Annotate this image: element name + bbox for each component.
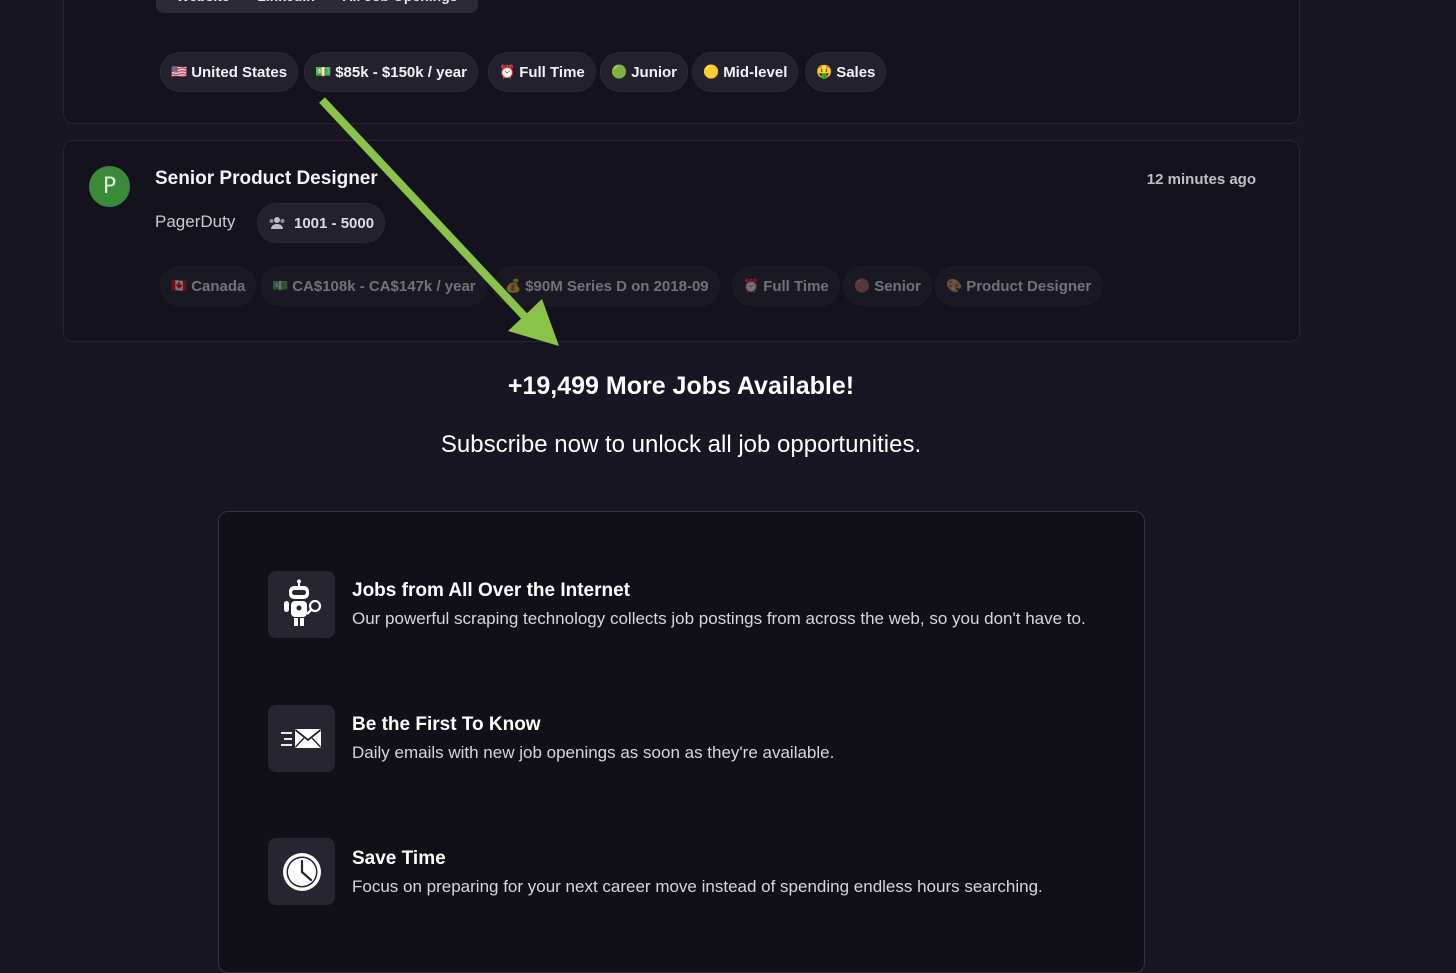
envelope-fast-icon [268, 705, 335, 772]
linkedin-button[interactable]: LinkedIn [238, 0, 334, 13]
company-name[interactable]: PagerDuty [155, 212, 235, 232]
tag-funding[interactable]: 💰 $90M Series D on 2018-09 [494, 266, 720, 306]
website-button[interactable]: Website [156, 0, 250, 13]
posted-time: 12 minutes ago [1146, 171, 1256, 188]
tag-level-mid[interactable]: 🟡 Mid-level [692, 52, 799, 92]
all-job-openings-button[interactable]: All Job Openings [322, 0, 478, 13]
tag-location[interactable]: 🇺🇸 United States [160, 52, 299, 92]
tag-level-junior[interactable]: 🟢 Junior [600, 52, 689, 92]
tag-level-senior[interactable]: 🟤 Senior [843, 266, 932, 306]
tag-category[interactable]: 🎨 Product Designer [935, 266, 1103, 306]
feature-description: Our powerful scraping technology collect… [352, 609, 1086, 628]
feature-description: Focus on preparing for your next career … [352, 877, 1043, 896]
tag-location[interactable]: 🇨🇦 Canada [160, 266, 257, 306]
more-jobs-headline: +19,499 More Jobs Available! [507, 372, 855, 400]
tag-category[interactable]: 🤑 Sales [805, 52, 887, 92]
tag-employment-type[interactable]: ⏰ Full Time [488, 52, 596, 92]
tag-salary[interactable]: 💵 $85k - $150k / year [304, 52, 478, 92]
feature-title: Save Time [352, 848, 446, 869]
feature-title: Be the First To Know [352, 714, 541, 735]
company-avatar: P [89, 166, 130, 207]
job-title[interactable]: Senior Product Designer [155, 168, 378, 190]
robot-search-icon [268, 571, 335, 638]
feature-title: Jobs from All Over the Internet [352, 580, 631, 601]
company-size-badge: 1001 - 5000 [257, 203, 386, 243]
people-icon [268, 216, 286, 230]
subscribe-subline: Subscribe now to unlock all job opportun… [440, 431, 922, 458]
tag-salary[interactable]: 💵 CA$108k - CA$147k / year [261, 266, 487, 306]
feature-description: Daily emails with new job openings as so… [352, 743, 835, 762]
clock-icon [268, 838, 335, 905]
tag-employment-type[interactable]: ⏰ Full Time [732, 266, 840, 306]
